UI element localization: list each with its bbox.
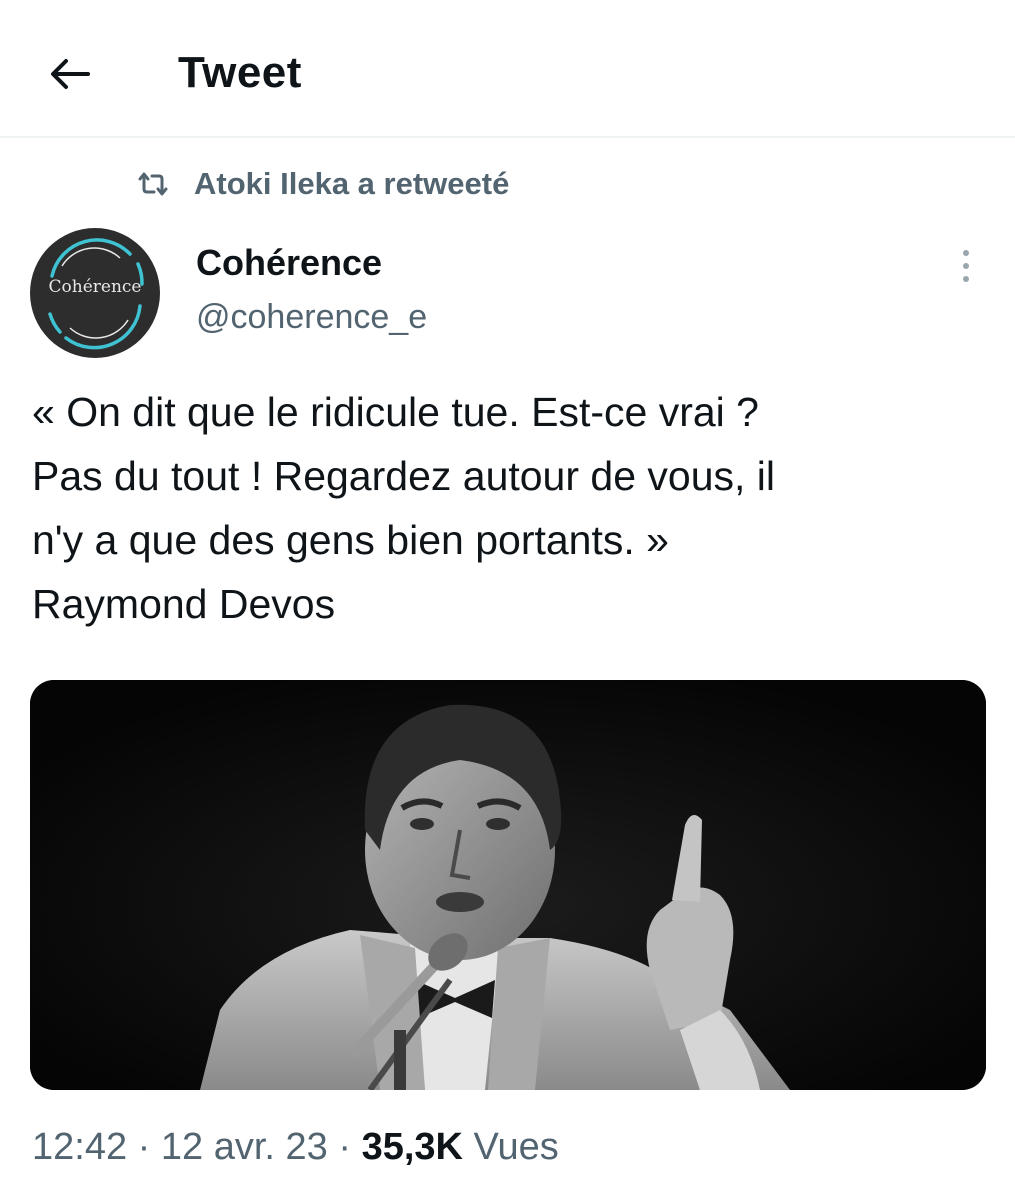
more-dot xyxy=(963,276,969,282)
tweet-time[interactable]: 12:42 xyxy=(32,1126,127,1168)
author-handle[interactable]: @coherence_e xyxy=(196,298,427,337)
back-button[interactable] xyxy=(38,44,102,104)
views-count[interactable]: 35,3K xyxy=(362,1126,463,1168)
page-title: Tweet xyxy=(178,48,302,97)
avatar[interactable]: Cohérence xyxy=(30,228,160,358)
retweet-icon xyxy=(136,167,170,201)
tweet-text: « On dit que le ridicule tue. Est-ce vra… xyxy=(32,389,776,627)
top-bar: Tweet xyxy=(0,0,1015,138)
photo-illustration xyxy=(30,680,986,1090)
retweet-context: Atoki Ileka a retweeté xyxy=(136,162,509,206)
more-dot xyxy=(963,250,969,256)
tweet-date[interactable]: 12 avr. 23 xyxy=(161,1126,328,1168)
tweet-photo[interactable] xyxy=(30,680,986,1090)
author-display-name[interactable]: Cohérence xyxy=(196,242,382,284)
meta-separator: · xyxy=(137,1126,151,1168)
meta-separator: · xyxy=(338,1126,351,1168)
more-dot xyxy=(963,263,969,269)
avatar-logo-text: Cohérence xyxy=(48,277,142,297)
more-options-button[interactable] xyxy=(946,244,986,288)
retweeted-by-label[interactable]: Atoki Ileka a retweeté xyxy=(194,166,509,202)
views-label: Vues xyxy=(473,1126,559,1168)
tweet-metadata: 12:42 · 12 avr. 23 · 35,3K Vues xyxy=(32,1126,559,1169)
arrow-left-icon xyxy=(51,59,90,89)
